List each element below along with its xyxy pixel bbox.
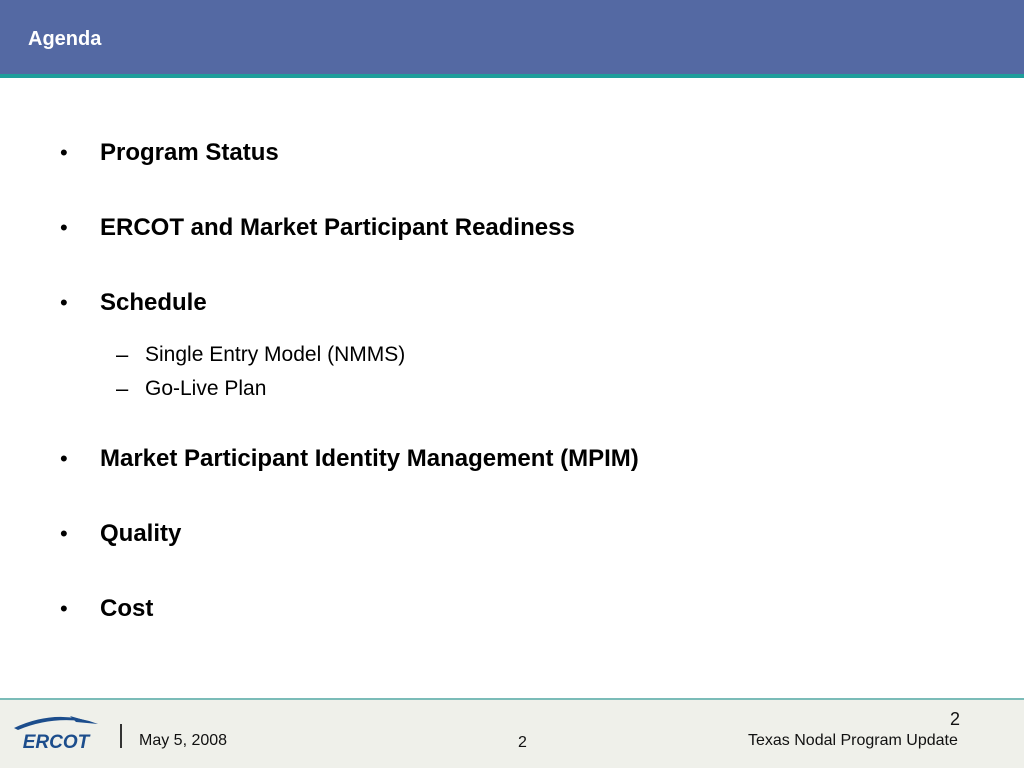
agenda-subitem: – Go-Live Plan xyxy=(116,375,266,403)
agenda-item: • Quality xyxy=(60,518,181,550)
bullet-icon: • xyxy=(60,596,68,621)
bullet-icon: • xyxy=(60,290,68,315)
footer-divider xyxy=(120,724,122,748)
logo-text: ERCOT xyxy=(23,732,91,752)
agenda-item: • Market Participant Identity Management… xyxy=(60,443,639,475)
agenda-subitem: – Single Entry Model (NMMS) xyxy=(116,341,405,369)
bullet-icon: • xyxy=(60,521,68,546)
agenda-item-label: ERCOT and Market Participant Readiness xyxy=(100,214,575,241)
bullet-icon: • xyxy=(60,215,68,240)
agenda-item-label: Program Status xyxy=(100,139,279,166)
agenda-item-label: Cost xyxy=(100,595,154,622)
footer-page-number: 2 xyxy=(518,734,527,751)
bullet-icon: • xyxy=(60,446,68,471)
agenda-item-label: Quality xyxy=(100,520,182,547)
ercot-logo: ERCOT xyxy=(14,716,98,752)
agenda-subitem-label: Single Entry Model (NMMS) xyxy=(145,343,406,366)
footer-bar: ERCOT May 5, 2008 2 2 Texas Nodal Progra… xyxy=(0,698,1024,768)
dash-icon: – xyxy=(116,342,129,367)
agenda-item-label: Schedule xyxy=(100,289,207,316)
agenda-item: • Cost xyxy=(60,593,153,625)
slide-number: 2 xyxy=(950,709,961,729)
header-rule xyxy=(0,74,1024,78)
agenda-item-label: Market Participant Identity Management (… xyxy=(100,445,639,472)
footer-program-title: Texas Nodal Program Update xyxy=(748,732,958,749)
agenda-item: • ERCOT and Market Participant Readiness xyxy=(60,212,575,244)
agenda-item: • Schedule xyxy=(60,287,207,319)
slide-title: Agenda xyxy=(28,28,102,50)
dash-icon: – xyxy=(116,376,129,401)
agenda-subitem-label: Go-Live Plan xyxy=(145,377,267,400)
agenda-item: • Program Status xyxy=(60,137,279,169)
bullet-icon: • xyxy=(60,140,68,165)
footer-date: May 5, 2008 xyxy=(139,732,228,749)
header-bar: Agenda xyxy=(0,0,1024,74)
